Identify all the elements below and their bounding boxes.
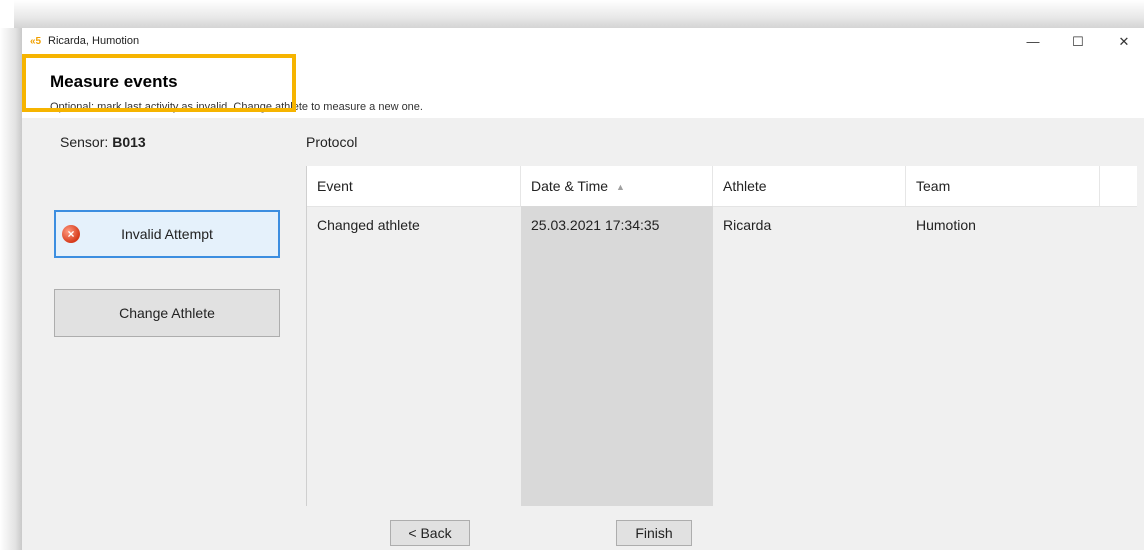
- change-athlete-label: Change Athlete: [119, 305, 215, 321]
- sensor-value: B013: [112, 134, 146, 150]
- column-header-team-label: Team: [916, 178, 951, 194]
- error-icon: ×: [62, 225, 80, 243]
- invalid-attempt-label: Invalid Attempt: [121, 226, 213, 242]
- highlight-box: [22, 54, 296, 112]
- grid-header: Event Date & Time ▲ Athlete Team: [307, 166, 1137, 207]
- sensor-label: Sensor:: [60, 134, 109, 150]
- app-logo-icon: «5: [30, 36, 42, 47]
- column-header-event[interactable]: Event: [307, 166, 521, 206]
- window-shadow-left: [0, 28, 22, 550]
- column-header-datetime[interactable]: Date & Time ▲: [521, 166, 713, 206]
- title-bar[interactable]: «5 Ricarda, Humotion — ☐ ✕: [22, 28, 1144, 56]
- column-header-event-label: Event: [317, 178, 353, 194]
- cell-team: Humotion: [916, 217, 976, 233]
- close-icon[interactable]: ✕: [1102, 30, 1144, 54]
- column-header-filler: [1100, 166, 1137, 206]
- app-window: «5 Ricarda, Humotion — ☐ ✕ Measure event…: [22, 28, 1144, 550]
- maximize-icon[interactable]: ☐: [1056, 30, 1100, 54]
- minimize-icon[interactable]: —: [1011, 30, 1055, 54]
- column-header-athlete-label: Athlete: [723, 178, 767, 194]
- window-title: Ricarda, Humotion: [48, 35, 140, 47]
- column-header-team[interactable]: Team: [906, 166, 1100, 206]
- sensor-info: Sensor: B013: [60, 134, 146, 150]
- window-shadow-top: [14, 0, 1144, 28]
- cell-datetime: 25.03.2021 17:34:35: [531, 217, 660, 233]
- column-header-athlete[interactable]: Athlete: [713, 166, 906, 206]
- invalid-attempt-button[interactable]: × Invalid Attempt: [54, 210, 280, 258]
- sorted-column-shade: [521, 206, 713, 506]
- cell-event: Changed athlete: [317, 217, 420, 233]
- change-athlete-button[interactable]: Change Athlete: [54, 289, 280, 337]
- sort-ascending-icon: ▲: [616, 182, 625, 192]
- protocol-grid[interactable]: Event Date & Time ▲ Athlete Team Changed …: [306, 166, 1137, 506]
- cell-athlete: Ricarda: [723, 217, 772, 233]
- protocol-label: Protocol: [306, 134, 358, 150]
- column-header-datetime-label: Date & Time: [531, 178, 609, 194]
- back-button[interactable]: < Back: [390, 520, 470, 546]
- finish-button[interactable]: Finish: [616, 520, 692, 546]
